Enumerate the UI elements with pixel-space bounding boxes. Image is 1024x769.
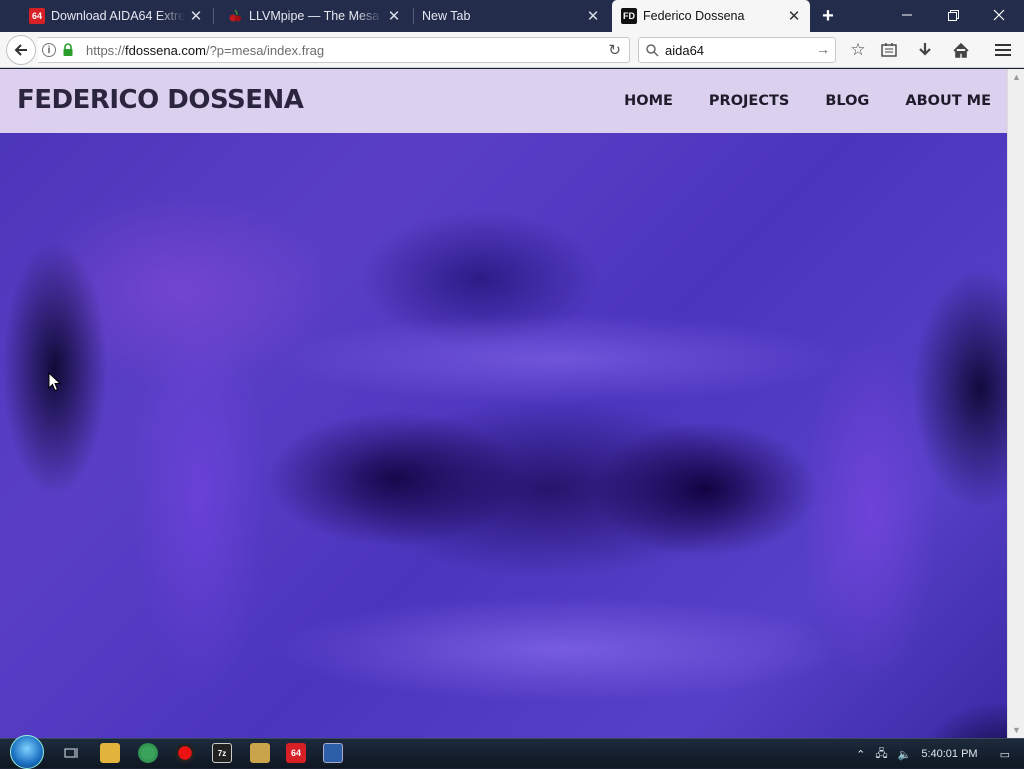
start-button-windows-icon[interactable]: [10, 735, 44, 769]
aida64-favicon-icon: 64: [29, 8, 45, 24]
close-tab-icon[interactable]: ✕: [185, 5, 207, 27]
vertical-scrollbar[interactable]: ▲ ▼: [1007, 69, 1024, 738]
record-app-icon[interactable]: [175, 743, 195, 763]
home-icon[interactable]: [947, 36, 975, 64]
tab-strip: 64 Download AIDA64 Extreme ✕ LLVMpipe — …: [0, 0, 1024, 32]
search-value: aida64: [665, 43, 705, 58]
file-explorer-icon[interactable]: [100, 743, 120, 763]
system-tray: ⌃ 🖧 🔈 5:40:01 PM ▭: [856, 739, 1024, 769]
search-go-arrow-icon[interactable]: →: [816, 41, 830, 57]
reading-list-icon[interactable]: [875, 36, 903, 64]
browser-app-icon[interactable]: [138, 743, 158, 763]
close-tab-icon[interactable]: ✕: [783, 5, 805, 27]
tab-title: Federico Dossena: [643, 9, 745, 23]
back-arrow-icon: [14, 44, 27, 56]
mouse-cursor-icon: [48, 372, 62, 392]
hero-background: [0, 69, 1007, 738]
close-tab-icon[interactable]: ✕: [383, 5, 405, 27]
tray-overflow-chevron-icon[interactable]: ⌃: [856, 748, 865, 761]
tab-llvmpipe[interactable]: LLVMpipe — The Mesa 3 ✕: [218, 0, 410, 32]
menu-hamburger-icon[interactable]: [989, 36, 1017, 64]
network-tray-icon[interactable]: 🖧: [875, 745, 887, 764]
scroll-up-arrow-icon[interactable]: ▲: [1012, 72, 1021, 82]
reload-icon[interactable]: ↻: [608, 41, 621, 59]
nav-link-projects[interactable]: PROJECTS: [709, 93, 789, 109]
volume-tray-icon[interactable]: 🔈: [898, 748, 912, 761]
url-bar[interactable]: i https://fdossena.com/?p=mesa/index.fra…: [38, 37, 630, 63]
url-scheme: https://: [86, 43, 126, 58]
lock-icon: [62, 43, 74, 57]
action-center-icon[interactable]: ▭: [1000, 748, 1010, 761]
scroll-down-arrow-icon[interactable]: ▼: [1012, 725, 1021, 735]
close-window-icon[interactable]: [976, 0, 1022, 30]
tab-title: LLVMpipe — The Mesa 3: [249, 9, 383, 23]
task-view-icon[interactable]: [62, 743, 82, 763]
folder-app-icon[interactable]: [250, 743, 270, 763]
network-app-icon[interactable]: [323, 743, 343, 763]
tab-new-tab[interactable]: New Tab ✕: [413, 0, 609, 32]
site-nav: HOME PROJECTS BLOG ABOUT ME: [624, 93, 991, 109]
tab-federico-dossena[interactable]: FD Federico Dossena ✕: [612, 0, 810, 32]
back-button[interactable]: [6, 35, 36, 65]
page-viewport: FEDERICO DOSSENA HOME PROJECTS BLOG ABOU…: [0, 69, 1024, 738]
bookmark-star-icon[interactable]: ☆: [844, 36, 872, 64]
url-path: /?p=mesa/index.frag: [205, 43, 325, 58]
nav-link-blog[interactable]: BLOG: [825, 93, 869, 109]
7zip-app-icon[interactable]: 7z: [212, 743, 232, 763]
tab-separator: [213, 8, 214, 24]
site-header: FEDERICO DOSSENA HOME PROJECTS BLOG ABOU…: [0, 69, 1007, 133]
site-logo[interactable]: FEDERICO DOSSENA: [17, 85, 304, 115]
minimize-icon[interactable]: [884, 0, 930, 30]
navigation-toolbar: i https://fdossena.com/?p=mesa/index.fra…: [0, 32, 1024, 68]
clock[interactable]: 5:40:01 PM: [921, 748, 977, 760]
search-icon: [646, 44, 659, 57]
url-host: fdossena.com: [125, 43, 206, 58]
cherry-favicon-icon: [227, 8, 243, 24]
close-tab-icon[interactable]: ✕: [582, 5, 604, 27]
new-tab-plus-icon[interactable]: +: [815, 4, 841, 28]
taskbar: 7z 64 ⌃ 🖧 🔈 5:40:01 PM ▭: [0, 735, 1024, 769]
nav-link-home[interactable]: HOME: [624, 93, 673, 109]
search-input[interactable]: aida64 →: [638, 37, 836, 63]
restore-icon[interactable]: [930, 0, 976, 30]
fd-favicon-icon: FD: [621, 8, 637, 24]
info-icon[interactable]: i: [42, 43, 56, 57]
tab-title: Download AIDA64 Extreme: [51, 9, 185, 23]
tab-title: New Tab: [422, 9, 471, 23]
url-text[interactable]: https://fdossena.com/?p=mesa/index.frag: [86, 43, 324, 58]
download-icon[interactable]: [911, 36, 939, 64]
nav-link-about-me[interactable]: ABOUT ME: [905, 93, 991, 109]
tab-aida64[interactable]: 64 Download AIDA64 Extreme ✕: [20, 0, 212, 32]
aida64-app-icon[interactable]: 64: [286, 743, 306, 763]
